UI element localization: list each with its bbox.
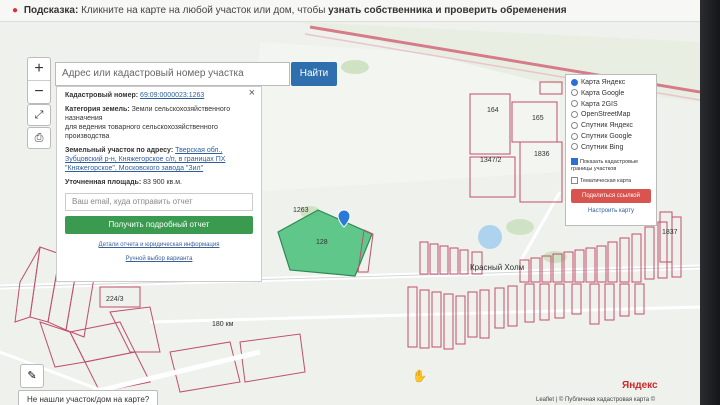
zoom-in-button[interactable]: + [28, 58, 50, 80]
use-value: для ведения товарного сельскохозяйственн… [65, 124, 218, 140]
label-km: 180 км [212, 321, 234, 328]
thematic-checkbox[interactable]: Тематическая карта [571, 176, 651, 185]
cadastre-checkbox[interactable]: Показать кадастровые границы участков [571, 157, 651, 173]
layer-option-osm[interactable]: OpenStreetMap [571, 110, 651, 121]
label-1347: 1347/2 [480, 157, 502, 164]
layer-option-google-map[interactable]: Карта Google [571, 89, 651, 100]
hint-strong: узнать собственника и проверить обремене… [328, 5, 567, 16]
checkbox-icon [571, 176, 578, 184]
search-button[interactable]: Найти [291, 62, 337, 86]
search-input[interactable]: Адрес или кадастровый номер участка [55, 62, 290, 86]
checkbox-icon [571, 157, 578, 165]
close-icon[interactable]: × [249, 88, 255, 99]
details-link[interactable]: Детали отчета и юридическая информация [65, 241, 253, 250]
measure-icon[interactable]: ⤢ [27, 104, 51, 126]
category-label: Категория земель: [65, 106, 130, 113]
print-icon[interactable]: ⎙ [27, 127, 51, 149]
label-1836: 1836 [534, 151, 550, 158]
area-value: 83 900 кв.м. [143, 179, 182, 186]
manual-select-link[interactable]: Ручной выбор варианта [65, 255, 253, 264]
address-label: Земельный участок по адресу: [65, 147, 174, 154]
email-input[interactable]: Ваш email, куда отправить отчет [65, 193, 253, 211]
screen: ● Подсказка: Кликните на карте на любой … [0, 0, 700, 405]
map[interactable]: 164 165 1347/2 1836 1263 128 224/3 Красн… [0, 22, 700, 405]
label-165: 165 [532, 115, 544, 122]
label-128: 128 [316, 239, 328, 246]
radio-icon [571, 78, 578, 86]
draw-pencil-icon[interactable]: ✎ [20, 364, 44, 388]
map-attribution: Leaflet | © Публичная кадастровая карта … [536, 397, 656, 403]
radio-icon [571, 143, 578, 151]
radio-icon [571, 121, 578, 129]
get-report-button[interactable]: Получить подробный отчет [65, 216, 253, 234]
layer-option-yandex-map[interactable]: Карта Яндекс [571, 78, 651, 89]
hint-bar: ● Подсказка: Кликните на карте на любой … [0, 0, 700, 22]
layer-option-2gis[interactable]: Карта 2GIS [571, 100, 651, 111]
layer-option-yandex-sat[interactable]: Спутник Яндекс [571, 121, 651, 132]
hint-text: Кликните на карте на любой участок или д… [81, 5, 326, 16]
hand-cursor-icon: ✋ [412, 369, 427, 383]
radio-icon [571, 132, 578, 140]
radio-icon [571, 89, 578, 97]
share-link-button[interactable]: Поделиться ссылкой [571, 189, 651, 204]
radio-icon [571, 111, 578, 119]
label-village: Красный Холм [470, 263, 524, 272]
parcel-info-card: × Кадастровый номер: 69:09:0000023:1263 … [56, 86, 262, 282]
cad-label: Кадастровый номер: [65, 92, 139, 99]
label-1837: 1837 [662, 229, 678, 236]
hint-prefix: Подсказка: [23, 5, 79, 16]
layer-option-google-sat[interactable]: Спутник Google [571, 132, 651, 143]
monitor-bezel [700, 0, 720, 405]
cad-number-link[interactable]: 69:09:0000023:1263 [140, 92, 204, 99]
label-164: 164 [487, 107, 499, 114]
area-label: Уточненная площадь: [65, 179, 142, 186]
radio-icon [571, 100, 578, 108]
map-settings-link[interactable]: Настроить карту [571, 208, 651, 214]
label-224-3: 224/3 [106, 296, 124, 303]
pin-icon: ● [12, 5, 19, 16]
zoom-control: + − [27, 57, 51, 104]
label-1263: 1263 [293, 207, 309, 214]
zoom-out-button[interactable]: − [28, 80, 50, 103]
not-found-button[interactable]: Не нашли участок/дом на карте? [18, 390, 159, 405]
layer-option-bing-sat[interactable]: Спутник Bing [571, 143, 651, 154]
yandex-logo: Яндекс [622, 380, 658, 391]
layer-switcher: Карта Яндекс Карта Google Карта 2GIS Ope… [565, 74, 657, 226]
